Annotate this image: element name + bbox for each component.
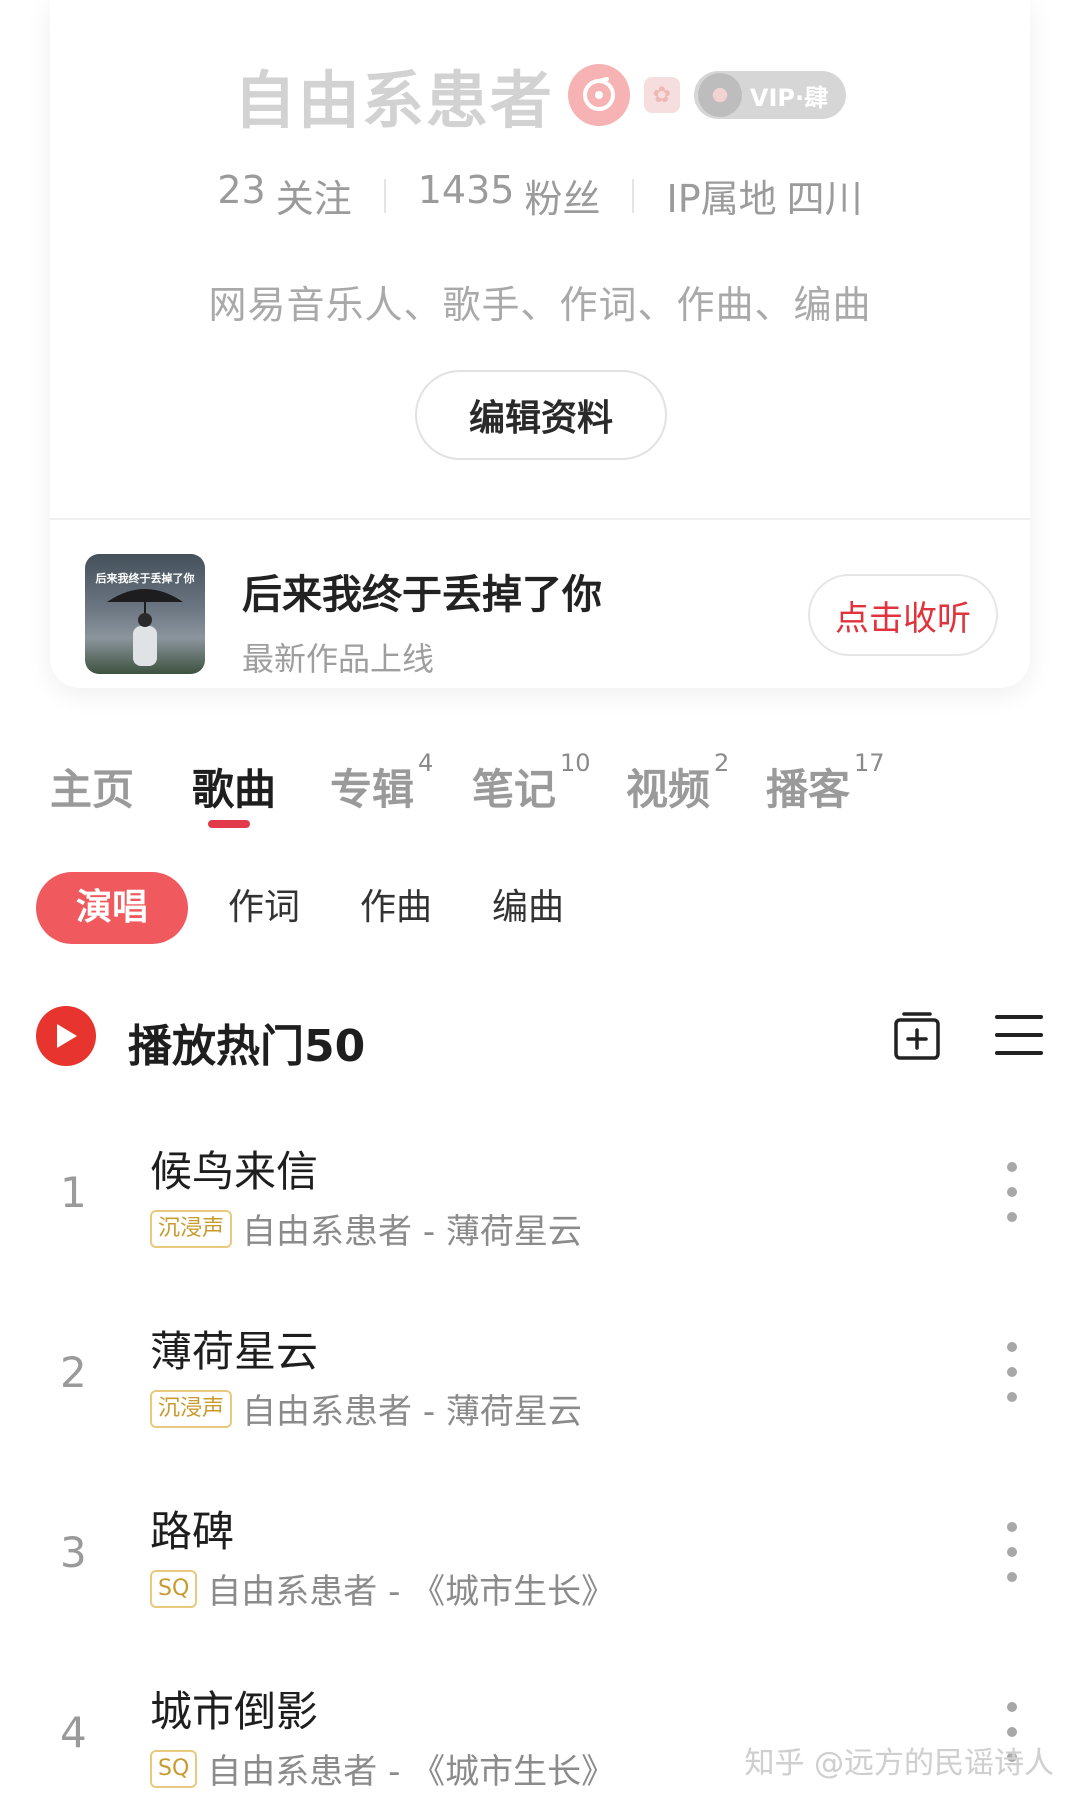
active-tab-indicator	[208, 820, 250, 828]
watermark: 知乎 @远方的民谣诗人	[744, 1746, 1054, 1781]
song-index: 2	[60, 1348, 87, 1397]
play-triangle-icon	[57, 1024, 77, 1048]
stat-value: IP属地	[666, 177, 777, 221]
quality-tag: 沉浸声	[150, 1209, 233, 1248]
divider	[50, 518, 1030, 520]
stat-label: 关注	[275, 177, 352, 221]
song-row[interactable]: 3 路碑 SQ 自由系患者 - 《城市生长》	[0, 1480, 1080, 1660]
song-meta: 沉浸声 自由系患者 - 薄荷星云	[150, 1204, 582, 1253]
song-artist-album: 自由系患者 - 薄荷星云	[242, 1392, 582, 1432]
tab-podcasts[interactable]: 播客17	[766, 749, 885, 817]
profile-tabs: 主页 歌曲 专辑4 笔记10 视频2 播客17	[50, 749, 1040, 836]
song-meta: SQ 自由系患者 - 《城市生长》	[150, 1744, 615, 1793]
song-meta: 沉浸声 自由系患者 - 薄荷星云	[150, 1384, 582, 1433]
filter-chip-arrange[interactable]: 编曲	[492, 872, 564, 944]
tab-notes[interactable]: 笔记10	[472, 749, 591, 817]
filter-chip-lyrics[interactable]: 作词	[228, 872, 300, 944]
stat-ip-location: IP属地 四川	[634, 168, 894, 223]
tab-albums[interactable]: 专辑4	[330, 749, 433, 817]
song-title: 候鸟来信	[150, 1147, 319, 1196]
vinyl-disc-icon	[697, 73, 742, 117]
cover-text: 后来我终于丢掉了你	[95, 572, 195, 585]
tab-label: 主页	[50, 765, 135, 814]
more-options-icon[interactable]	[1006, 1522, 1018, 1582]
quality-tag: SQ	[150, 1749, 198, 1788]
tab-label: 视频	[626, 765, 711, 814]
add-to-playlist-icon[interactable]	[892, 1010, 944, 1062]
edit-profile-button[interactable]: 编辑资料	[415, 370, 667, 460]
tab-label: 笔记	[472, 765, 557, 814]
song-artist-album: 自由系患者 - 薄荷星云	[242, 1212, 582, 1252]
hot-songs-header: 播放热门50	[36, 1002, 1044, 1074]
release-cover-image[interactable]: 后来我终于丢掉了你	[85, 554, 205, 674]
song-list: 1 候鸟来信 沉浸声 自由系患者 - 薄荷星云 2 薄荷星云 沉浸声 自由系患者…	[0, 1120, 1080, 1804]
song-artist-album: 自由系患者 - 《城市生长》	[207, 1572, 616, 1612]
more-options-icon[interactable]	[1006, 1342, 1018, 1402]
tab-label: 专辑	[330, 765, 415, 814]
stats-row: 23 关注 1435 粉丝 IP属地 四川	[50, 168, 1030, 223]
song-meta: SQ 自由系患者 - 《城市生长》	[150, 1564, 615, 1613]
song-index: 4	[60, 1708, 87, 1757]
release-subtitle: 最新作品上线	[242, 640, 435, 678]
song-title: 薄荷星云	[150, 1327, 319, 1376]
decoration-icon[interactable]: ✿	[643, 77, 680, 113]
filter-chip-sing[interactable]: 演唱	[36, 872, 188, 944]
name-row: 自由系患者 ✿ VIP·肆	[50, 50, 1030, 140]
tab-count: 2	[714, 749, 730, 777]
tab-songs[interactable]: 歌曲	[192, 756, 276, 817]
play-all-icon[interactable]	[36, 1006, 96, 1066]
stat-following[interactable]: 23 关注	[185, 168, 383, 223]
stat-label: 粉丝	[524, 177, 601, 221]
tab-count: 10	[560, 749, 591, 777]
stat-followers[interactable]: 1435 粉丝	[386, 168, 633, 223]
stat-value: 1435	[417, 168, 515, 212]
stat-label: 四川	[786, 177, 863, 221]
hot-songs-title[interactable]: 播放热门50	[128, 1010, 365, 1074]
list-menu-icon[interactable]	[994, 1012, 1044, 1058]
tab-count: 4	[418, 749, 434, 777]
song-title: 城市倒影	[150, 1687, 319, 1736]
release-title[interactable]: 后来我终于丢掉了你	[242, 562, 602, 620]
tab-label: 播客	[766, 765, 851, 814]
quality-tag: 沉浸声	[150, 1389, 233, 1428]
vip-badge[interactable]: VIP·肆	[693, 71, 847, 119]
music-note-icon	[582, 77, 615, 111]
more-options-icon[interactable]	[1006, 1162, 1018, 1222]
listen-button[interactable]: 点击收听	[808, 574, 998, 656]
song-artist-album: 自由系患者 - 《城市生长》	[207, 1752, 616, 1792]
profile-bio: 网易音乐人、歌手、作词、作曲、编曲	[208, 283, 872, 327]
song-row[interactable]: 1 候鸟来信 沉浸声 自由系患者 - 薄荷星云	[0, 1120, 1080, 1300]
stat-value: 23	[217, 168, 266, 212]
quality-tag: SQ	[150, 1569, 198, 1608]
song-row[interactable]: 4 城市倒影 SQ 自由系患者 - 《城市生长》	[0, 1660, 1080, 1804]
tab-label: 歌曲	[192, 765, 277, 814]
song-index: 1	[60, 1168, 87, 1217]
profile-card: 自由系患者 ✿ VIP·肆 23 关注 1435 粉丝 IP属地 四川 网易音乐…	[50, 0, 1030, 688]
song-title: 路碑	[150, 1507, 235, 1556]
tab-home[interactable]: 主页	[50, 756, 134, 817]
song-row[interactable]: 2 薄荷星云 沉浸声 自由系患者 - 薄荷星云	[0, 1300, 1080, 1480]
username: 自由系患者	[233, 64, 554, 137]
tab-count: 17	[854, 749, 885, 777]
musician-badge-icon[interactable]	[567, 64, 630, 126]
filter-chip-compose[interactable]: 作曲	[360, 872, 432, 944]
song-index: 3	[60, 1528, 87, 1577]
vip-label: VIP·肆	[749, 83, 829, 112]
tab-videos[interactable]: 视频2	[626, 749, 729, 817]
